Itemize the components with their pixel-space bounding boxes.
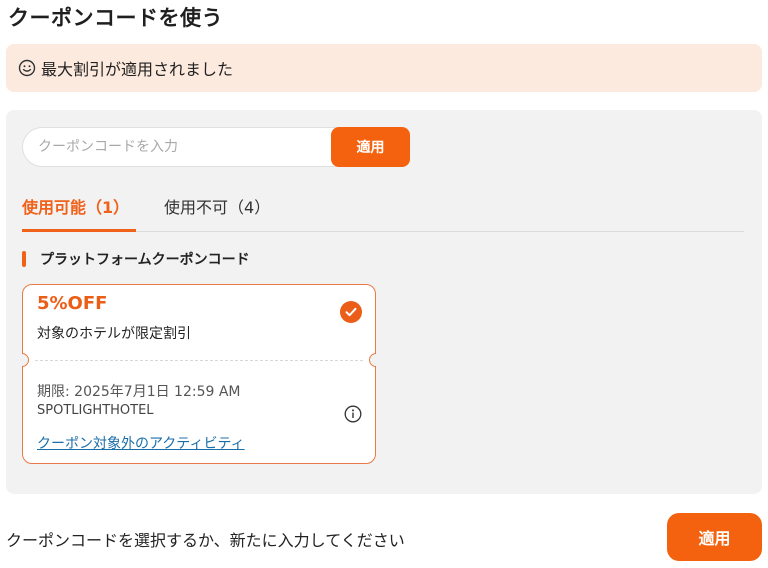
tab-unavailable-label: 使用不可 [164,198,229,217]
section-accent-bar [22,251,26,267]
tab-available[interactable]: 使用可能（1） [22,190,136,232]
banner-text: 最大割引が適用されました [41,60,234,79]
smiley-icon [18,59,36,77]
page-title: クーポンコードを使う [8,6,223,30]
coupon-divider [35,360,363,361]
tab-available-label: 使用可能 [22,198,87,217]
check-icon[interactable] [340,301,362,323]
tab-unavailable[interactable]: 使用不可（4） [164,190,270,232]
coupon-tabs: 使用可能（1） 使用不可（4） [22,190,744,232]
coupon-code: SPOTLIGHTHOTEL [37,403,154,418]
apply-button[interactable]: 適用 [667,513,762,561]
info-icon[interactable] [344,405,362,423]
tab-unavailable-count: （4） [228,198,271,217]
footer-hint: クーポンコードを選択するか、新たに入力してください [6,531,405,550]
coupon-code-input[interactable] [22,127,338,167]
tab-available-count: （1） [86,198,130,217]
success-banner: 最大割引が適用されました [6,44,762,92]
excluded-activities-link[interactable]: クーポン対象外のアクティビティ [37,433,245,453]
coupon-discount: 5%OFF [37,293,108,314]
section-title: プラットフォームクーポンコード [40,252,250,268]
section-header: プラットフォームクーポンコード [22,250,250,268]
coupon-panel: 適用 使用可能（1） 使用不可（4） プラットフォームクーポンコード 5%OFF… [6,110,762,494]
coupon-notch-left [22,353,29,367]
coupon-description: 対象のホテルが限定割引 [37,326,191,342]
coupon-notch-right [369,353,376,367]
coupon-expiry: 期限: 2025年7月1日 12:59 AM [37,384,241,400]
coupon-search: 適用 [22,127,410,167]
apply-code-button[interactable]: 適用 [331,127,410,167]
coupon-card[interactable]: 5%OFF 対象のホテルが限定割引 期限: 2025年7月1日 12:59 AM… [22,284,376,464]
